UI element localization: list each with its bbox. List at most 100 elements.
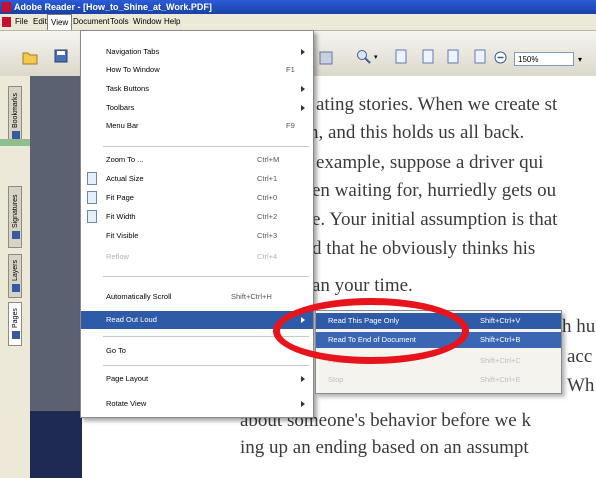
submenu-arrow-icon — [301, 86, 305, 92]
menu-item-label: Fit Width — [106, 212, 136, 221]
menu-item-actual-size[interactable]: Actual Size Ctrl+1 — [81, 170, 313, 188]
navigation-tabs-panel: Bookmarks Signatures Layers Pages — [0, 76, 31, 478]
adobe-reader-icon — [2, 2, 11, 12]
menu-item-shortcut: Ctrl+3 — [257, 231, 278, 240]
menu-item-label: Fit Page — [106, 193, 134, 202]
menu-item-read-out-loud[interactable]: Read Out Loud — [81, 311, 313, 329]
menu-item-label: Menu Bar — [106, 121, 139, 130]
menu-help[interactable]: Help — [161, 14, 183, 30]
menu-item-label: Fit Visible — [106, 231, 139, 240]
menu-item-read-this-page-only[interactable]: Read This Page Only Shift+Ctrl+V — [316, 313, 561, 329]
menu-item-label: Zoom To ... — [106, 155, 144, 164]
doc-line: d that he obviously thinks his — [312, 238, 536, 259]
menu-item-label: Automatically Scroll — [106, 292, 172, 301]
menu-item-fit-page[interactable]: Fit Page Ctrl+0 — [81, 189, 313, 207]
submenu-arrow-icon — [301, 401, 305, 407]
menu-item-page-layout[interactable]: Page Layout — [81, 370, 313, 388]
signatures-icon — [12, 231, 20, 240]
menu-item-navigation-tabs[interactable]: Navigation Tabs — [81, 43, 313, 61]
menu-item-read-to-end-of-document[interactable]: Read To End of Document Shift+Ctrl+B — [316, 332, 561, 348]
zoom-in-tool-icon[interactable] — [356, 49, 372, 65]
tab-bookmarks[interactable]: Bookmarks — [8, 86, 22, 146]
hand-tool-icon[interactable] — [319, 51, 333, 65]
menu-item-shortcut: Shift+Ctrl+B — [480, 335, 521, 344]
menu-item-label: Read Out Loud — [106, 315, 157, 324]
doc-line: e. Your initial assumption is that — [312, 209, 558, 230]
menu-tools[interactable]: Tools — [107, 14, 132, 30]
menu-view[interactable]: View — [47, 14, 73, 30]
pages-pane[interactable] — [30, 76, 82, 478]
menu-item-stop: Stop Shift+Ctrl+E — [316, 372, 561, 388]
menu-window[interactable]: Window — [130, 14, 164, 30]
menu-item-pause: Pause Shift+Ctrl+C — [316, 353, 561, 369]
menu-item-shortcut: Ctrl+2 — [257, 212, 278, 221]
fit-width-icon[interactable] — [447, 49, 459, 64]
menu-item-shortcut: Ctrl+4 — [257, 252, 278, 261]
fit-width-icon — [87, 210, 97, 223]
doc-line: an your time. — [312, 275, 413, 296]
doc-line: example, suppose a driver qui — [316, 152, 544, 173]
menu-item-menu-bar[interactable]: Menu Bar F9 — [81, 117, 313, 135]
view-menu: Navigation Tabs How To Window F1 Task Bu… — [80, 30, 314, 418]
doc-line: en waiting for, hurriedly gets ou — [312, 180, 557, 201]
menu-item-label: Reflow — [106, 252, 129, 261]
save-icon[interactable] — [54, 49, 68, 63]
zoom-level-field[interactable]: 150% — [514, 52, 574, 66]
menu-item-toolbars[interactable]: Toolbars — [81, 99, 313, 117]
zoom-dropdown-icon[interactable]: ▾ — [578, 55, 582, 64]
tab-pages[interactable]: Pages — [8, 302, 22, 346]
menu-item-shortcut: Shift+Ctrl+E — [480, 375, 521, 384]
menu-item-shortcut: F9 — [286, 121, 295, 130]
menu-separator — [103, 365, 309, 366]
menu-item-automatically-scroll[interactable]: Automatically Scroll Shift+Ctrl+H — [81, 288, 313, 306]
zoom-tool-dropdown-icon[interactable]: ▾ — [374, 53, 378, 61]
tab-signatures-label: Signatures — [12, 194, 19, 229]
menu-item-label: Page Layout — [106, 374, 149, 383]
menu-item-label: Pause — [328, 356, 350, 365]
menu-item-label: Stop — [328, 375, 344, 384]
doc-line: Wh — [567, 375, 595, 396]
tab-signatures[interactable]: Signatures — [8, 186, 22, 248]
menu-item-label: Read This Page Only — [328, 316, 400, 325]
menu-item-shortcut: Shift+Ctrl+C — [480, 356, 521, 365]
tab-bookmarks-label: Bookmarks — [12, 93, 19, 129]
title-bar: Adobe Reader - [How_to_Shine_at_Work.PDF… — [0, 0, 596, 14]
menu-file[interactable]: File — [12, 14, 31, 30]
menu-separator — [103, 276, 309, 277]
menu-item-fit-width[interactable]: Fit Width Ctrl+2 — [81, 208, 313, 226]
fit-page-icon — [87, 191, 97, 204]
doc-line: n, and this holds us all back. — [309, 122, 525, 143]
menu-item-shortcut: Shift+Ctrl+H — [231, 292, 272, 301]
open-folder-icon[interactable] — [22, 49, 38, 65]
fit-page-icon[interactable] — [422, 49, 434, 64]
actual-size-icon[interactable] — [395, 49, 407, 64]
menu-item-rotate-view[interactable]: Rotate View — [81, 395, 313, 413]
menu-bar: File Edit View Document Tools Window Hel… — [0, 14, 596, 31]
fit-visible-icon[interactable] — [474, 49, 486, 64]
bookmarks-icon — [12, 131, 20, 140]
menu-separator — [103, 336, 309, 337]
submenu-arrow-icon — [301, 376, 305, 382]
menu-item-label: Task Buttons — [106, 84, 149, 93]
layers-icon — [12, 284, 20, 293]
pages-icon — [12, 331, 20, 340]
menu-item-label: Navigation Tabs — [106, 47, 160, 56]
zoom-out-icon[interactable] — [494, 51, 507, 64]
menu-item-shortcut: Ctrl+1 — [257, 174, 278, 183]
submenu-arrow-icon — [301, 105, 305, 111]
menu-item-task-buttons[interactable]: Task Buttons — [81, 80, 313, 98]
menu-item-how-to-window[interactable]: How To Window F1 — [81, 61, 313, 79]
menu-item-go-to[interactable]: Go To — [81, 342, 313, 360]
submenu-arrow-icon — [301, 348, 305, 354]
document-icon[interactable] — [2, 17, 11, 27]
menu-item-zoom-to[interactable]: Zoom To ... Ctrl+M — [81, 151, 313, 169]
doc-line: ing up an ending based on an assumpt — [240, 437, 529, 458]
tab-layers-label: Layers — [12, 260, 19, 282]
submenu-arrow-icon — [301, 49, 305, 55]
submenu-arrow-icon — [301, 317, 305, 323]
page-thumbnail-selection[interactable] — [30, 411, 82, 478]
menu-item-reflow: Reflow Ctrl+4 — [81, 248, 313, 266]
menu-item-fit-visible[interactable]: Fit Visible Ctrl+3 — [81, 227, 313, 245]
tab-layers[interactable]: Layers — [8, 254, 22, 298]
menu-item-label: Rotate View — [106, 399, 147, 408]
